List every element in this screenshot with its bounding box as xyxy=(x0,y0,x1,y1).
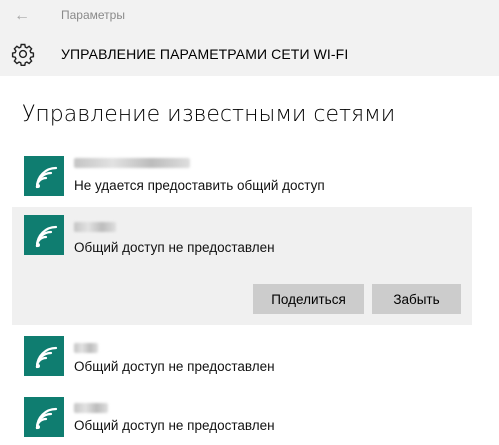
page-header: УПРАВЛЕНИЕ ПАРАМЕТРАМИ СЕТИ WI-FI xyxy=(0,32,499,76)
network-status: Не удается предоставить общий доступ xyxy=(74,178,325,193)
network-name-redacted xyxy=(74,222,116,232)
share-button[interactable]: Поделиться xyxy=(253,284,364,314)
wifi-icon xyxy=(24,336,64,376)
network-item[interactable]: Общий доступ не предоставлен xyxy=(12,389,472,445)
network-status: Общий доступ не предоставлен xyxy=(74,240,275,255)
app-title: Параметры xyxy=(61,8,125,22)
forget-button[interactable]: Забыть xyxy=(372,284,461,314)
network-status: Общий доступ не предоставлен xyxy=(74,418,275,433)
network-name-redacted xyxy=(74,343,98,353)
arrow-left-icon: ← xyxy=(14,7,30,24)
wifi-icon xyxy=(24,397,64,437)
network-item[interactable]: Не удается предоставить общий доступ xyxy=(12,148,472,204)
back-button[interactable]: ← xyxy=(10,6,34,26)
network-status: Общий доступ не предоставлен xyxy=(74,359,275,374)
wifi-icon xyxy=(24,156,64,196)
network-name-redacted xyxy=(74,403,108,413)
network-item-selected[interactable]: Общий доступ не предоставлен Поделиться … xyxy=(12,207,472,325)
section-title: Управление известными сетями xyxy=(22,102,396,127)
page-title: УПРАВЛЕНИЕ ПАРАМЕТРАМИ СЕТИ WI-FI xyxy=(61,46,349,62)
network-item[interactable]: Общий доступ не предоставлен xyxy=(12,328,472,384)
title-bar: ← Параметры xyxy=(0,0,499,32)
gear-icon xyxy=(11,43,35,66)
network-name-redacted xyxy=(74,158,190,168)
wifi-icon xyxy=(24,215,64,255)
